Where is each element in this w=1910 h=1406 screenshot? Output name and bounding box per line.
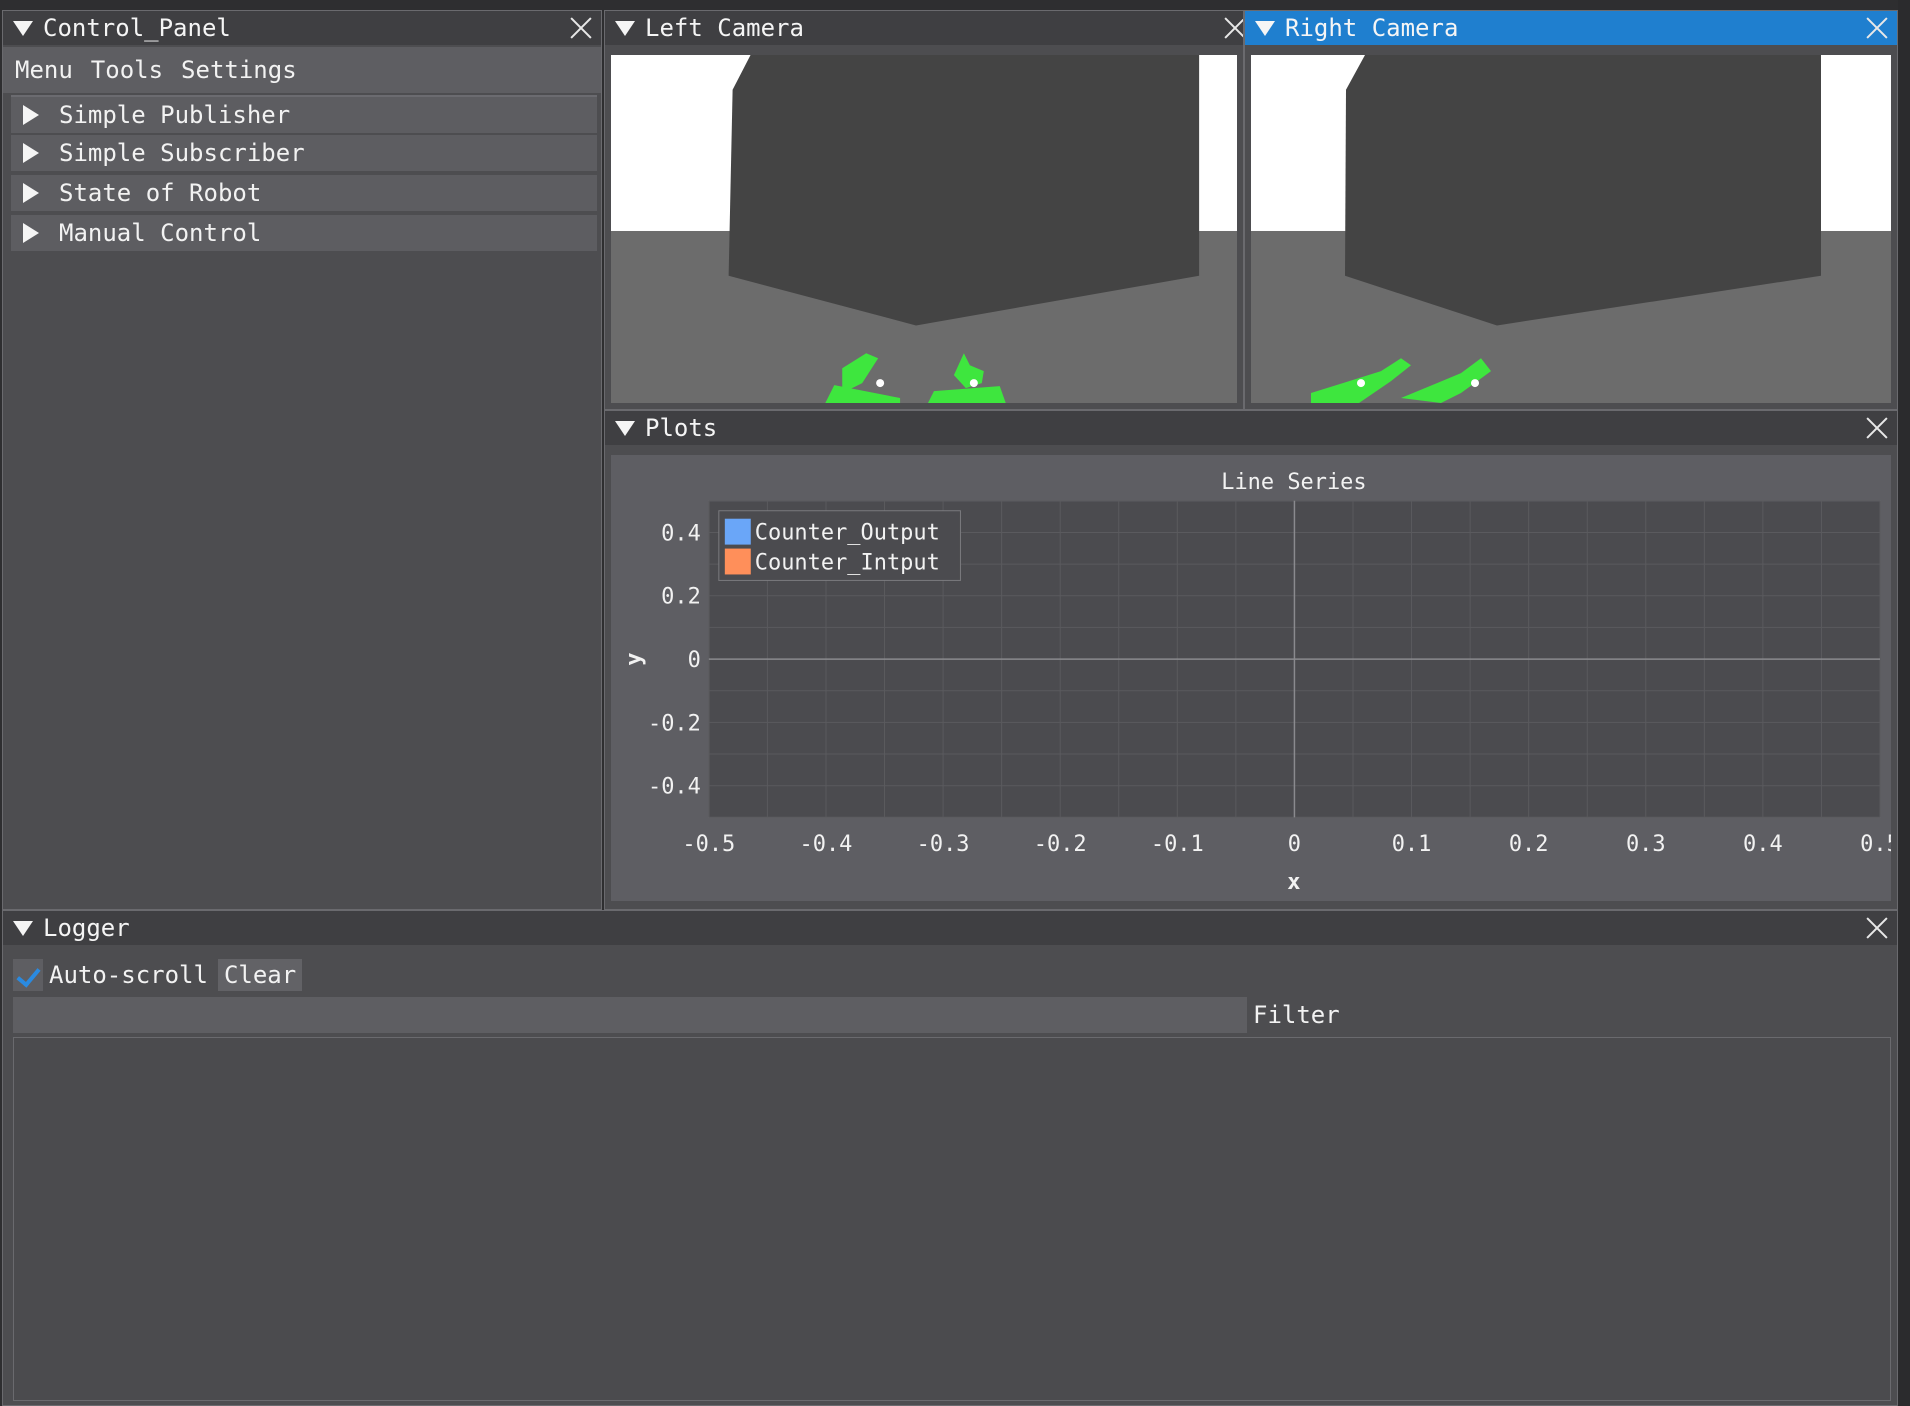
x-tick-label: -0.5 <box>682 832 735 857</box>
legend-entry-label[interactable]: Counter_Output <box>755 521 940 546</box>
y-tick-labels: 0.4 0.2 0 -0.2 -0.4 <box>648 521 701 799</box>
left-camera-window: Left Camera <box>604 10 1244 410</box>
right-camera-titlebar[interactable]: Right Camera <box>1245 11 1897 45</box>
close-icon[interactable] <box>569 16 593 40</box>
section-label: State of Robot <box>59 179 262 207</box>
right-camera-title: Right Camera <box>1285 14 1459 42</box>
left-camera-title: Left Camera <box>645 14 804 42</box>
collapse-triangle-icon[interactable] <box>9 11 37 45</box>
autoscroll-label[interactable]: Auto-scroll <box>49 961 208 989</box>
collapse-triangle-icon[interactable] <box>9 911 37 945</box>
autoscroll-row: Auto-scroll Clear <box>13 957 303 993</box>
x-tick-label: -0.1 <box>1151 832 1204 857</box>
plots-window: Plots Line Series -0.5 -0.4 -0.3 -0.2 -0.1 0 0… <box>604 410 1898 910</box>
expand-triangle-icon <box>17 97 45 133</box>
control-panel-window: Control_Panel Menu Tools Settings Simple… <box>2 10 602 910</box>
menu-item-tools[interactable]: Tools <box>91 56 163 84</box>
x-tick-label: 0.4 <box>1743 832 1783 857</box>
log-output-area[interactable] <box>13 1037 1891 1401</box>
x-tick-label: 0.3 <box>1626 832 1666 857</box>
legend-swatch[interactable] <box>724 548 751 575</box>
x-tick-label: 0 <box>1288 832 1301 857</box>
expand-triangle-icon <box>17 135 45 171</box>
close-icon[interactable] <box>1865 416 1889 440</box>
expand-triangle-icon <box>17 175 45 211</box>
y-tick-label: -0.2 <box>648 711 701 736</box>
logger-title: Logger <box>43 914 130 942</box>
x-tick-labels: -0.5 -0.4 -0.3 -0.2 -0.1 0 0.1 0.2 0.3 0.4 0.5 <box>682 832 1891 857</box>
x-tick-label: -0.3 <box>917 832 970 857</box>
y-tick-label: 0.4 <box>661 521 701 546</box>
x-axis-label: x <box>1287 870 1300 895</box>
collapse-triangle-icon[interactable] <box>1251 11 1279 45</box>
close-icon[interactable] <box>1865 16 1889 40</box>
left-camera-titlebar[interactable]: Left Camera <box>605 11 1243 45</box>
y-axis-label: y <box>622 652 647 665</box>
window-edge <box>1898 0 1910 1406</box>
menu-item-settings[interactable]: Settings <box>181 56 297 84</box>
section-simple-subscriber[interactable]: Simple Subscriber <box>11 135 597 171</box>
logger-titlebar[interactable]: Logger <box>3 911 1897 945</box>
collapse-triangle-icon[interactable] <box>611 411 639 445</box>
logger-window: Logger Auto-scroll Clear Filter <box>2 910 1898 1406</box>
section-manual-control[interactable]: Manual Control <box>11 215 597 251</box>
expand-triangle-icon <box>17 215 45 251</box>
menu-item-menu[interactable]: Menu <box>15 56 73 84</box>
section-label: Simple Publisher <box>59 101 291 129</box>
section-state-of-robot[interactable]: State of Robot <box>11 175 597 211</box>
y-tick-label: -0.4 <box>648 775 701 800</box>
right-camera-image <box>1251 55 1891 403</box>
plots-title: Plots <box>645 414 718 442</box>
control-panel-title: Control_Panel <box>43 14 231 42</box>
close-icon[interactable] <box>1223 16 1243 40</box>
y-tick-label: 0 <box>688 648 701 673</box>
section-label: Manual Control <box>59 219 262 247</box>
x-tick-label: -0.2 <box>1034 832 1087 857</box>
section-label: Simple Subscriber <box>59 139 305 167</box>
collapse-triangle-icon[interactable] <box>611 11 639 45</box>
legend-entry-label[interactable]: Counter_Intput <box>755 551 940 576</box>
right-camera-window: Right Camera <box>1244 10 1898 410</box>
left-camera-image <box>611 55 1237 403</box>
filter-input[interactable] <box>13 997 1247 1033</box>
plots-titlebar[interactable]: Plots <box>605 411 1897 445</box>
y-tick-label: 0.2 <box>661 585 701 610</box>
x-tick-label: 0.2 <box>1509 832 1549 857</box>
close-icon[interactable] <box>1865 916 1889 940</box>
x-tick-label: 0.1 <box>1392 832 1432 857</box>
filter-label: Filter <box>1253 1001 1340 1029</box>
x-tick-label: -0.4 <box>800 832 853 857</box>
legend-swatch[interactable] <box>724 518 751 545</box>
control-panel-menubar: Menu Tools Settings <box>3 47 601 93</box>
autoscroll-checkbox[interactable] <box>13 959 43 991</box>
section-simple-publisher[interactable]: Simple Publisher <box>11 95 597 133</box>
clear-button[interactable]: Clear <box>217 959 303 991</box>
chart-title: Line Series <box>1221 470 1366 495</box>
line-series-plot[interactable]: Line Series -0.5 -0.4 -0.3 -0.2 -0.1 0 0.1 0.2 0… <box>611 455 1891 901</box>
x-tick-label: 0.5 <box>1860 832 1891 857</box>
chart-legend[interactable]: Counter_Output Counter_Intput <box>718 510 961 581</box>
chart-svg[interactable]: Line Series -0.5 -0.4 -0.3 -0.2 -0.1 0 0.1 0.2 0… <box>611 455 1891 901</box>
control-panel-titlebar[interactable]: Control_Panel <box>3 11 601 45</box>
